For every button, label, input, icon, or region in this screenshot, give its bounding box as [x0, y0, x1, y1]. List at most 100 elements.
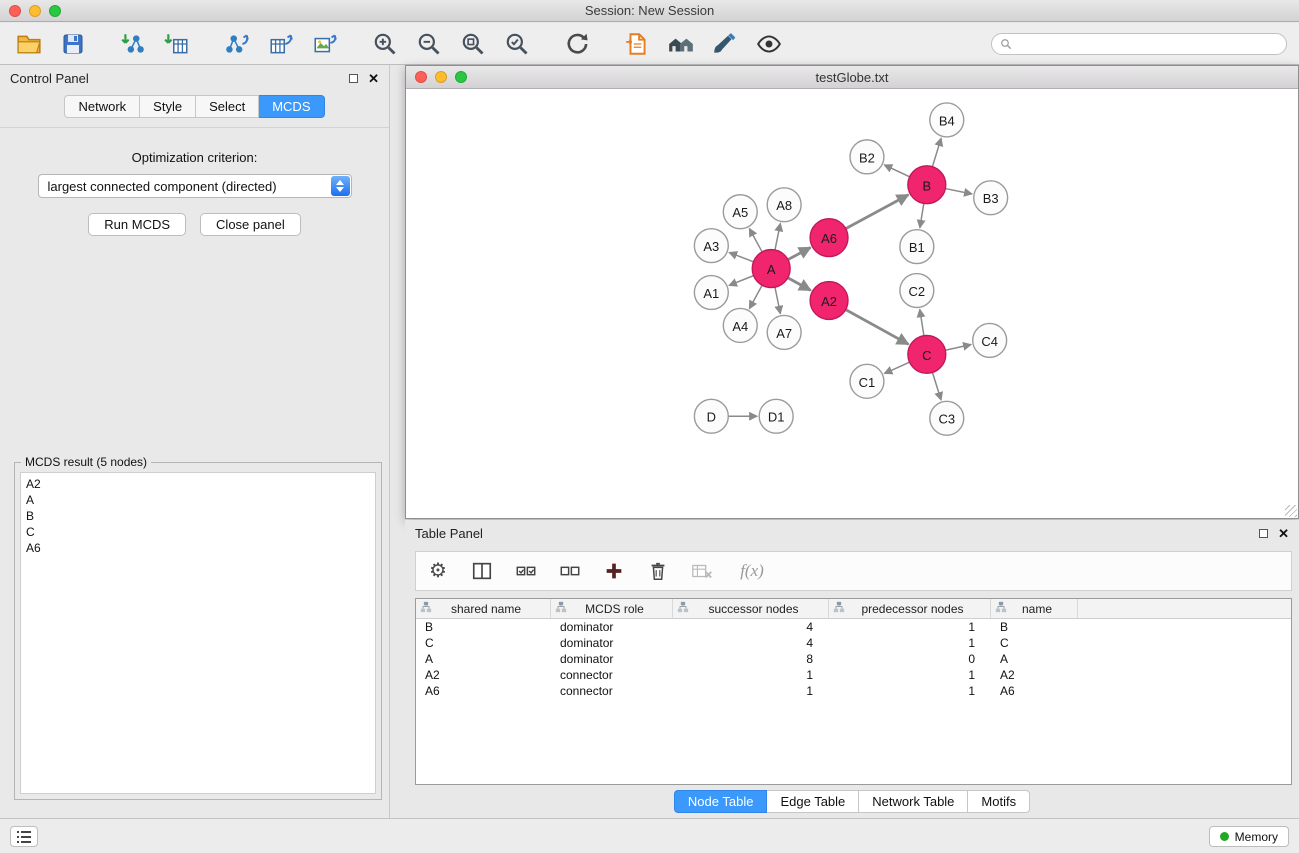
edge-A-A8[interactable] — [775, 223, 780, 250]
edge-B-B4[interactable] — [932, 138, 941, 167]
style-brush-button[interactable] — [708, 28, 742, 60]
node-A3[interactable]: A3 — [694, 229, 728, 263]
node-A7[interactable]: A7 — [767, 315, 801, 349]
select-all-button[interactable] — [512, 557, 540, 585]
edge-A-A6[interactable] — [788, 248, 811, 260]
save-session-button[interactable] — [56, 28, 90, 60]
mcds-result-list[interactable]: A2ABCA6 — [20, 472, 376, 794]
memory-button[interactable]: Memory — [1209, 826, 1289, 847]
zoom-window-button[interactable] — [49, 5, 61, 17]
edge-A-A3[interactable] — [729, 252, 753, 261]
zoom-out-button[interactable] — [412, 28, 446, 60]
control-tab-style[interactable]: Style — [140, 95, 196, 118]
table-tab-motifs[interactable]: Motifs — [968, 790, 1030, 813]
table-row[interactable]: Cdominator41C — [416, 635, 1291, 651]
close-panel-button[interactable]: ✕ — [368, 72, 379, 85]
node-B[interactable]: B — [908, 166, 946, 204]
table-row[interactable]: A6connector11A6 — [416, 683, 1291, 699]
edge-A-A4[interactable] — [749, 285, 762, 309]
edge-B-B1[interactable] — [920, 203, 924, 227]
apply-layout-button[interactable] — [560, 28, 594, 60]
column-header-successor-nodes[interactable]: successor nodes — [673, 599, 829, 618]
resize-grip[interactable] — [1285, 505, 1297, 517]
table-row[interactable]: Bdominator41B — [416, 619, 1291, 635]
edge-B-B2[interactable] — [884, 165, 910, 177]
node-D[interactable]: D — [694, 399, 728, 433]
control-tab-network[interactable]: Network — [64, 95, 140, 118]
edge-A-A2[interactable] — [788, 278, 811, 291]
node-A5[interactable]: A5 — [723, 195, 757, 229]
node-C2[interactable]: C2 — [900, 274, 934, 308]
import-table-button[interactable] — [160, 28, 194, 60]
close-window-button[interactable] — [9, 5, 21, 17]
unselect-all-button[interactable] — [556, 557, 584, 585]
node-D1[interactable]: D1 — [759, 399, 793, 433]
edge-A2-C[interactable] — [846, 310, 909, 345]
welcome-screen-button[interactable] — [664, 28, 698, 60]
table-row[interactable]: Adominator80A — [416, 651, 1291, 667]
edge-C-C1[interactable] — [884, 362, 909, 373]
graphics-details-button[interactable] — [752, 28, 786, 60]
node-A6[interactable]: A6 — [810, 219, 848, 257]
table-tab-edge-table[interactable]: Edge Table — [767, 790, 859, 813]
close-panel-button-mcds[interactable]: Close panel — [200, 213, 301, 236]
node-B4[interactable]: B4 — [930, 103, 964, 137]
create-column-button[interactable] — [600, 557, 628, 585]
node-B1[interactable]: B1 — [900, 230, 934, 264]
function-builder-button[interactable]: f(x) — [732, 557, 772, 585]
network-zoom-button[interactable] — [455, 71, 467, 83]
column-header-shared-name[interactable]: shared name — [416, 599, 551, 618]
node-A8[interactable]: A8 — [767, 188, 801, 222]
edge-A-A5[interactable] — [749, 228, 762, 252]
node-C4[interactable]: C4 — [973, 323, 1007, 357]
minimize-window-button[interactable] — [29, 5, 41, 17]
result-item[interactable]: B — [26, 508, 370, 524]
optimization-criterion-dropdown[interactable]: largest connected component (directed) — [38, 174, 352, 198]
search-input[interactable] — [1017, 37, 1278, 51]
float-table-panel-button[interactable] — [1259, 529, 1268, 538]
node-A4[interactable]: A4 — [723, 308, 757, 342]
task-history-button[interactable] — [10, 826, 38, 847]
table-settings-button[interactable]: ⚙ — [424, 557, 452, 585]
node-A2[interactable]: A2 — [810, 282, 848, 320]
run-mcds-button[interactable]: Run MCDS — [88, 213, 186, 236]
export-image-button[interactable] — [308, 28, 342, 60]
column-header-predecessor-nodes[interactable]: predecessor nodes — [829, 599, 991, 618]
column-header-name[interactable]: name — [991, 599, 1078, 618]
network-graph[interactable]: B4B2BB3A5A8A6B1A3AC2A1A2A4A7C4CC1C3DD1 — [406, 89, 1298, 518]
result-item[interactable]: C — [26, 524, 370, 540]
table-row[interactable]: A2connector11A2 — [416, 667, 1291, 683]
network-minimize-button[interactable] — [435, 71, 447, 83]
node-A[interactable]: A — [752, 250, 790, 288]
delete-column-button[interactable] — [644, 557, 672, 585]
node-A1[interactable]: A1 — [694, 276, 728, 310]
import-network-button[interactable] — [116, 28, 150, 60]
edge-C-C4[interactable] — [945, 345, 971, 351]
edge-A-A1[interactable] — [729, 276, 754, 286]
edge-C-C3[interactable] — [932, 372, 941, 400]
network-canvas[interactable]: B4B2BB3A5A8A6B1A3AC2A1A2A4A7C4CC1C3DD1 — [406, 89, 1298, 518]
result-item[interactable]: A — [26, 492, 370, 508]
export-table-button[interactable] — [264, 28, 298, 60]
node-B2[interactable]: B2 — [850, 140, 884, 174]
edge-B-B3[interactable] — [945, 189, 972, 194]
zoom-fit-button[interactable] — [456, 28, 490, 60]
session-document-button[interactable] — [620, 28, 654, 60]
node-C1[interactable]: C1 — [850, 364, 884, 398]
result-item[interactable]: A2 — [26, 476, 370, 492]
control-tab-select[interactable]: Select — [196, 95, 259, 118]
show-columns-button[interactable] — [468, 557, 496, 585]
node-C[interactable]: C — [908, 335, 946, 373]
open-file-button[interactable] — [12, 28, 46, 60]
edge-C-C2[interactable] — [920, 309, 924, 335]
close-table-panel-button[interactable]: ✕ — [1278, 527, 1289, 540]
network-close-button[interactable] — [415, 71, 427, 83]
table-tab-node-table[interactable]: Node Table — [674, 790, 768, 813]
float-panel-button[interactable] — [349, 74, 358, 83]
control-tab-mcds[interactable]: MCDS — [259, 95, 324, 118]
result-item[interactable]: A6 — [26, 540, 370, 556]
export-network-button[interactable] — [220, 28, 254, 60]
delete-table-button[interactable] — [688, 557, 716, 585]
node-B3[interactable]: B3 — [974, 181, 1008, 215]
zoom-selected-button[interactable] — [500, 28, 534, 60]
